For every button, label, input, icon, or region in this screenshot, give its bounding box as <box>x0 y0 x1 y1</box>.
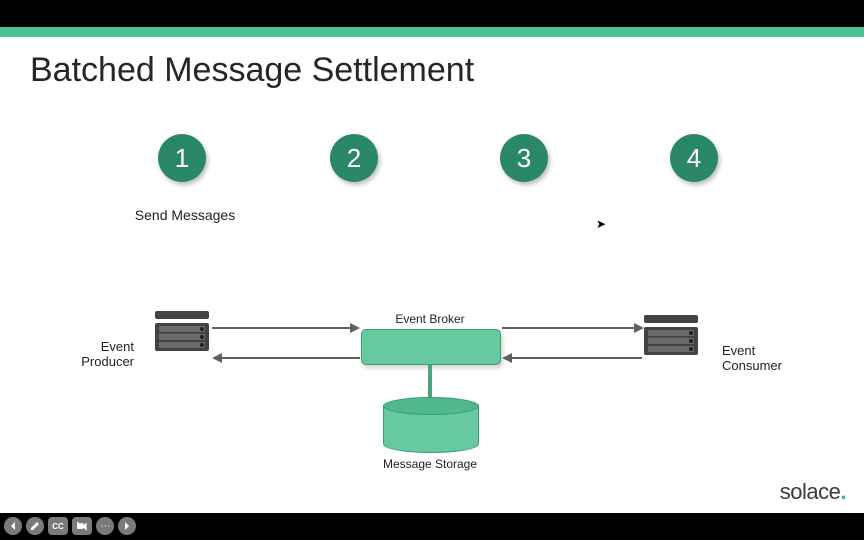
step-3-num: 3 <box>517 143 531 174</box>
next-button[interactable] <box>118 517 136 535</box>
broker-label: Event Broker <box>360 312 500 326</box>
logo-text: solace <box>780 479 841 504</box>
camera-button[interactable] <box>72 517 92 535</box>
step-1-num: 1 <box>175 143 189 174</box>
arrow-head-icon <box>502 353 512 363</box>
server-icon <box>155 311 209 355</box>
slide-title: Batched Message Settlement <box>30 51 474 90</box>
server-icon <box>644 315 698 359</box>
arrow-head-icon <box>212 353 222 363</box>
letterbox-top <box>0 0 864 27</box>
solace-logo: solace. <box>780 479 846 505</box>
arrow-producer-to-broker <box>212 327 350 329</box>
cc-button[interactable]: CC <box>48 517 68 535</box>
arrow-head-icon <box>350 323 360 333</box>
event-broker-box <box>361 329 501 365</box>
storage-label: Message Storage <box>360 457 500 471</box>
prev-button[interactable] <box>4 517 22 535</box>
presenter-toolbar: CC ⋯ <box>4 516 136 536</box>
broker-stem <box>428 365 432 397</box>
more-button[interactable]: ⋯ <box>96 517 114 535</box>
camera-off-icon <box>77 521 87 531</box>
step-3-circle: 3 <box>500 134 548 182</box>
step-1-label: Send Messages <box>110 207 260 223</box>
arrow-left-icon <box>8 521 18 531</box>
arrow-head-icon <box>634 323 644 333</box>
step-1-circle: 1 <box>158 134 206 182</box>
pen-button[interactable] <box>26 517 44 535</box>
accent-bar <box>0 27 864 37</box>
step-2-num: 2 <box>347 143 361 174</box>
logo-dot: . <box>840 479 846 504</box>
consumer-label: Event Consumer <box>722 343 792 373</box>
cursor-icon: ➤ <box>596 217 606 231</box>
slide: Batched Message Settlement 1 2 3 4 Send … <box>0 27 864 513</box>
arrow-broker-to-consumer <box>502 327 634 329</box>
arrow-right-icon <box>122 521 132 531</box>
arrow-consumer-to-broker <box>512 357 642 359</box>
producer-label: Event Producer <box>70 339 134 369</box>
arrow-broker-to-producer <box>222 357 360 359</box>
step-4-circle: 4 <box>670 134 718 182</box>
storage-cylinder-icon <box>383 397 479 451</box>
step-4-num: 4 <box>687 143 701 174</box>
pen-icon <box>30 521 40 531</box>
step-2-circle: 2 <box>330 134 378 182</box>
